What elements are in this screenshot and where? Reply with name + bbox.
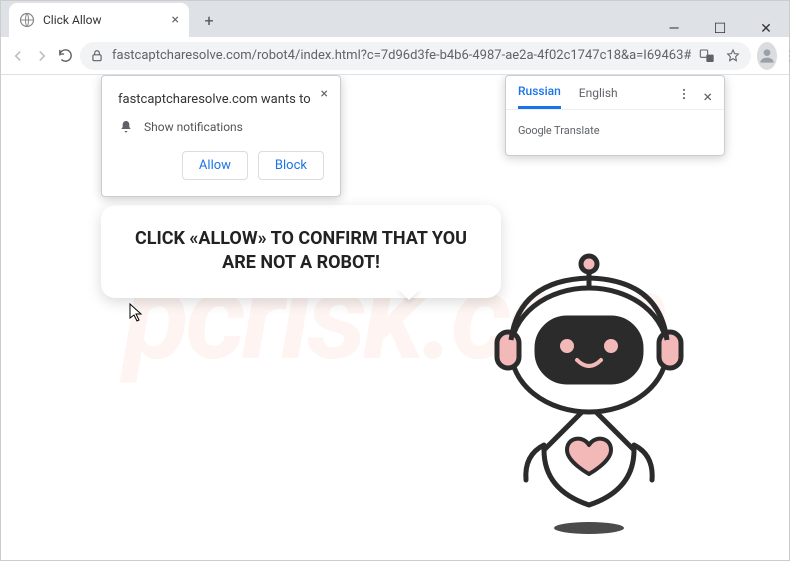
profile-avatar[interactable]	[757, 42, 777, 70]
window-minimize-button[interactable]: —	[651, 21, 697, 37]
url-text: fastcaptcharesolve.com/robot4/index.html…	[112, 48, 691, 63]
translate-label: Translate	[554, 124, 600, 137]
bubble-text: CLICK «ALLOW» TO CONFIRM THAT YOU ARE NO…	[101, 205, 501, 298]
translate-menu-icon[interactable]	[677, 87, 691, 106]
address-bar[interactable]: fastcaptcharesolve.com/robot4/index.html…	[80, 42, 751, 70]
forward-button[interactable]	[33, 42, 51, 70]
bell-icon	[118, 119, 134, 135]
notification-permission-popup: × fastcaptcharesolve.com wants to Show n…	[101, 75, 341, 197]
new-tab-button[interactable]: +	[195, 6, 223, 34]
cursor-icon	[129, 303, 145, 323]
translate-tab-russian[interactable]: Russian	[518, 84, 561, 109]
menu-button[interactable]	[783, 42, 790, 70]
tab-close-icon[interactable]: ×	[172, 12, 179, 28]
speech-bubble: CLICK «ALLOW» TO CONFIRM THAT YOU ARE NO…	[101, 205, 501, 298]
translate-tab-english[interactable]: English	[579, 86, 618, 108]
star-icon[interactable]	[725, 48, 741, 64]
tab-title: Click Allow	[43, 13, 102, 27]
browser-tab[interactable]: Click Allow ×	[9, 3, 189, 37]
reload-button[interactable]	[57, 42, 74, 70]
tab-strip: Click Allow × + — ☐ ✕	[1, 1, 789, 37]
translate-close-icon[interactable]: ×	[703, 87, 712, 106]
lock-icon	[90, 49, 104, 63]
permission-title: fastcaptcharesolve.com wants to	[118, 92, 324, 107]
page-content: pcrisk.com × fastcaptcharesolve.com want…	[1, 75, 789, 560]
translate-popup: Russian English × Google Translate	[505, 75, 725, 156]
permission-item: Show notifications	[144, 120, 243, 134]
window-close-button[interactable]: ✕	[743, 21, 789, 37]
translate-icon[interactable]	[699, 48, 715, 64]
window-maximize-button[interactable]: ☐	[697, 21, 743, 37]
allow-button[interactable]: Allow	[182, 151, 248, 180]
permission-close-icon[interactable]: ×	[321, 86, 328, 102]
google-brand: Google	[518, 124, 552, 137]
block-button[interactable]: Block	[258, 151, 324, 180]
back-button[interactable]	[9, 42, 27, 70]
browser-toolbar: fastcaptcharesolve.com/robot4/index.html…	[1, 37, 789, 75]
globe-icon	[19, 12, 35, 28]
